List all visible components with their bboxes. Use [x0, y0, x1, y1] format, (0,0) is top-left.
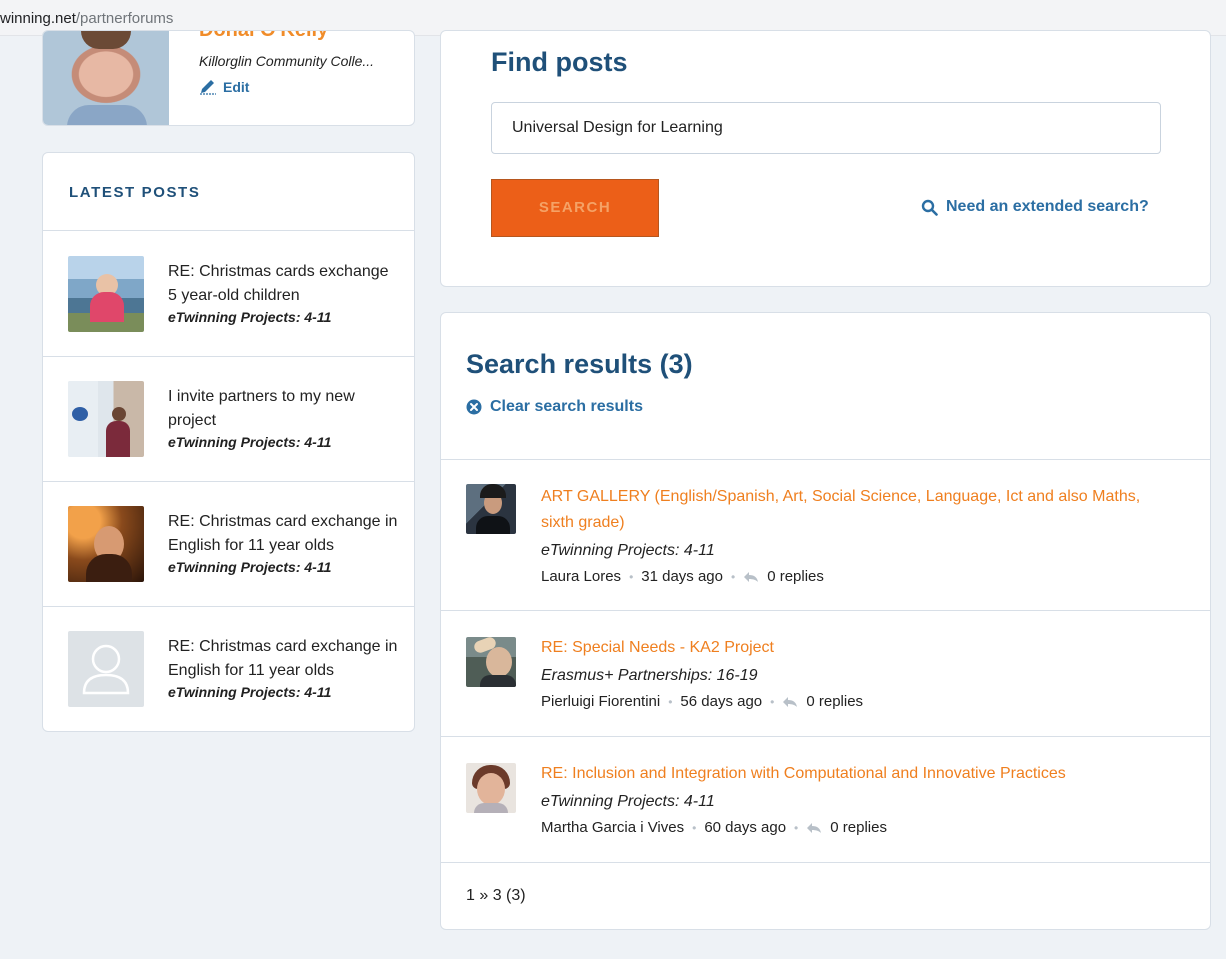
latest-post-item[interactable]: RE: Christmas card exchange in English f…	[43, 606, 414, 731]
result-title-link[interactable]: RE: Special Needs - KA2 Project	[541, 635, 1161, 661]
edit-label: Edit	[223, 79, 250, 95]
url-domain: winning.net	[0, 10, 76, 27]
extended-search-label: Need an extended search?	[946, 198, 1149, 215]
search-results-card: Search results (3) Clear search results …	[440, 312, 1211, 930]
result-age: 56 days ago	[680, 693, 763, 710]
author-avatar[interactable]	[466, 637, 516, 687]
post-thumbnail	[68, 256, 144, 332]
result-author[interactable]: Martha Garcia i Vives	[541, 819, 684, 836]
edit-profile-button[interactable]: Edit	[199, 79, 249, 95]
search-result-item: ART GALLERY (English/Spanish, Art, Socia…	[441, 460, 1210, 610]
result-author[interactable]: Pierluigi Fiorentini	[541, 693, 660, 710]
result-forum[interactable]: eTwinning Projects: 4-11	[541, 793, 715, 811]
latest-post-forum: eTwinning Projects: 4-11	[168, 434, 332, 450]
latest-post-forum: eTwinning Projects: 4-11	[168, 559, 332, 575]
url-path: /partnerforums	[75, 10, 174, 27]
post-thumbnail	[68, 506, 144, 582]
default-avatar-icon	[68, 631, 144, 707]
result-age: 60 days ago	[704, 819, 787, 836]
latest-post-item[interactable]: RE: Christmas card exchange in English f…	[43, 481, 414, 606]
latest-post-item[interactable]: I invite partners to my new project eTwi…	[43, 356, 414, 481]
post-thumbnail	[68, 381, 144, 457]
find-posts-card: Find posts SEARCH Need an extended searc…	[440, 30, 1211, 287]
reply-icon	[807, 822, 822, 833]
profile-card: Donal O'Kelly Killorglin Community Colle…	[42, 30, 415, 126]
clear-search-results-label: Clear search results	[490, 398, 643, 415]
latest-posts-card: LATEST POSTS RE: Christmas cards exchang…	[42, 152, 415, 732]
result-author[interactable]: Laura Lores	[541, 568, 621, 585]
result-forum[interactable]: Erasmus+ Partnerships: 16-19	[541, 667, 758, 685]
extended-search-link[interactable]: Need an extended search?	[921, 198, 1149, 216]
latest-posts-heading: LATEST POSTS	[69, 184, 201, 201]
search-button[interactable]: SEARCH	[491, 179, 659, 237]
result-replies: 0 replies	[767, 568, 824, 585]
url-text[interactable]: winning.net/partnerforums	[0, 10, 173, 27]
close-circle-icon	[466, 399, 482, 415]
latest-post-title[interactable]: I invite partners to my new project	[168, 385, 398, 433]
pencil-icon	[200, 80, 216, 95]
author-avatar[interactable]	[466, 484, 516, 534]
clear-search-results-link[interactable]: Clear search results	[466, 398, 643, 416]
latest-post-forum: eTwinning Projects: 4-11	[168, 684, 332, 700]
latest-post-forum: eTwinning Projects: 4-11	[168, 309, 332, 325]
result-title-link[interactable]: RE: Inclusion and Integration with Compu…	[541, 761, 1161, 787]
search-result-item: RE: Inclusion and Integration with Compu…	[441, 737, 1210, 862]
result-age: 31 days ago	[641, 568, 723, 585]
search-result-item: RE: Special Needs - KA2 Project Erasmus+…	[441, 611, 1210, 736]
latest-post-title[interactable]: RE: Christmas card exchange in English f…	[168, 635, 398, 683]
pagination[interactable]: 1 » 3 (3)	[466, 887, 526, 905]
reply-icon	[783, 696, 798, 707]
result-title-link[interactable]: ART GALLERY (English/Spanish, Art, Socia…	[541, 484, 1161, 536]
search-input[interactable]	[491, 102, 1161, 154]
profile-name[interactable]: Donal O'Kelly	[199, 31, 328, 42]
latest-post-title[interactable]: RE: Christmas cards exchange 5 year-old …	[168, 260, 398, 308]
search-results-title: Search results (3)	[466, 349, 693, 379]
search-icon	[921, 199, 938, 216]
find-posts-title: Find posts	[491, 47, 628, 77]
profile-school: Killorglin Community Colle...	[199, 53, 375, 69]
profile-photo	[43, 31, 169, 125]
latest-post-title[interactable]: RE: Christmas card exchange in English f…	[168, 510, 398, 558]
result-replies: 0 replies	[830, 819, 887, 836]
result-replies: 0 replies	[806, 693, 864, 710]
latest-post-item[interactable]: RE: Christmas cards exchange 5 year-old …	[43, 231, 414, 356]
author-avatar[interactable]	[466, 763, 516, 813]
result-forum[interactable]: eTwinning Projects: 4-11	[541, 542, 715, 560]
reply-icon	[744, 571, 759, 582]
